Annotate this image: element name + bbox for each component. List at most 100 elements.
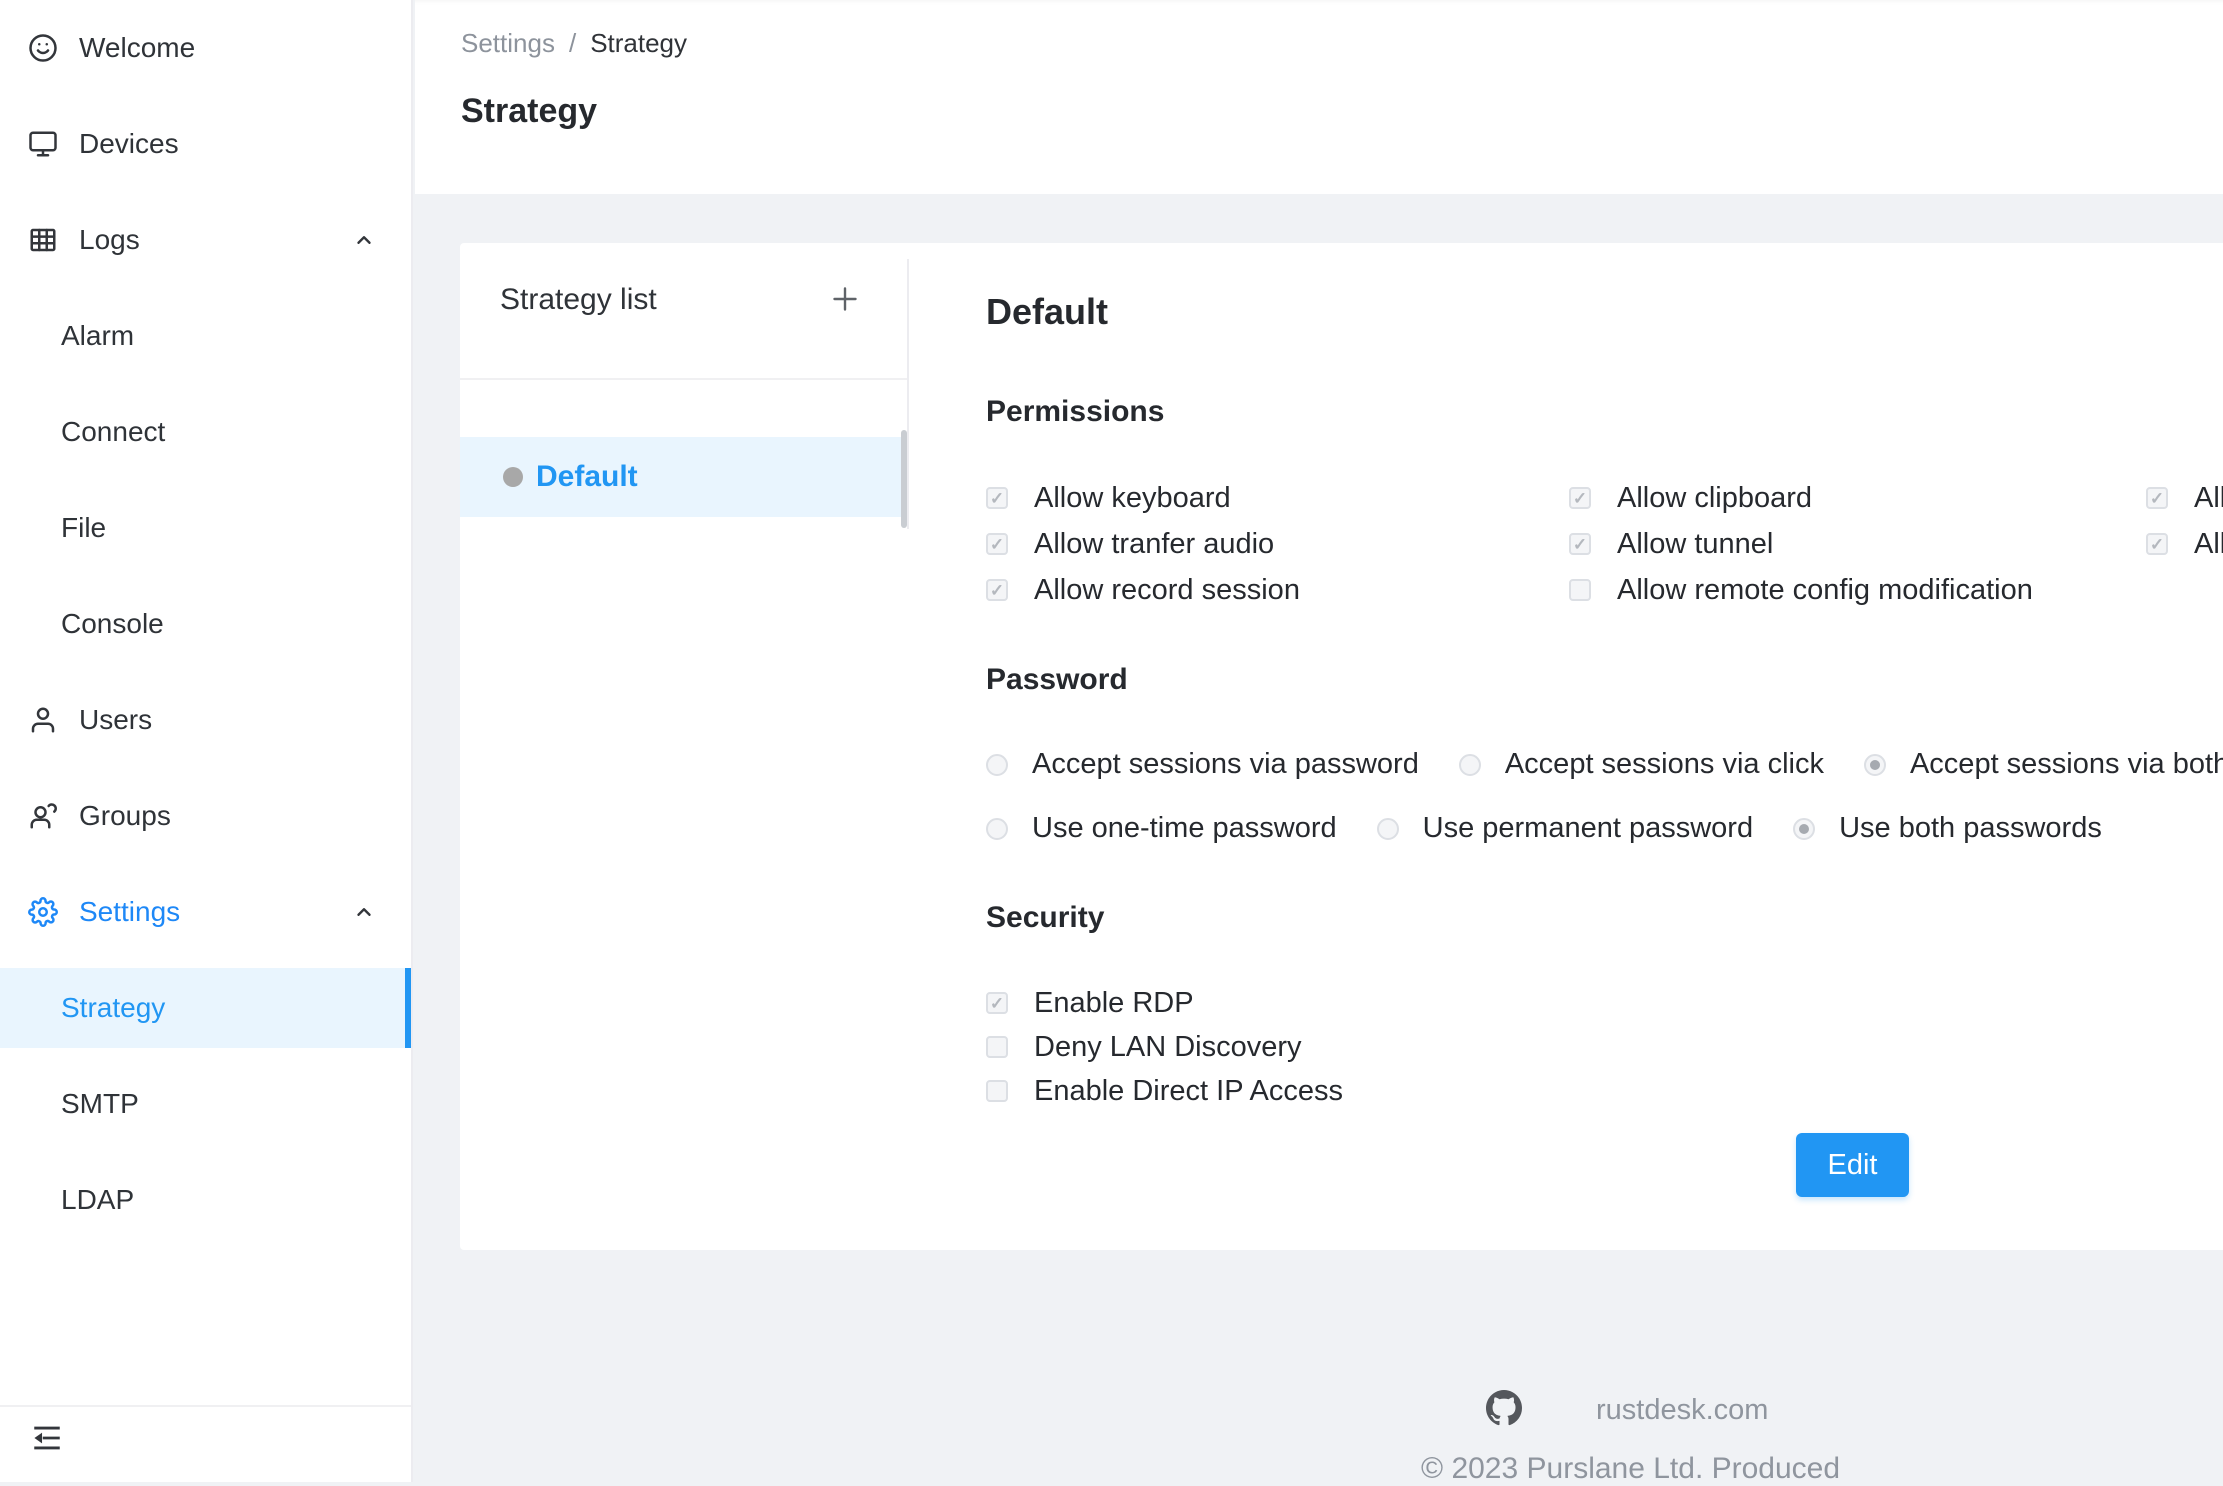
- breadcrumb-strategy: Strategy: [590, 28, 687, 59]
- checkbox-unchecked-icon: [1569, 579, 1591, 601]
- sidebar-item-welcome[interactable]: Welcome: [0, 0, 411, 96]
- radio-label: Use both passwords: [1839, 812, 2102, 845]
- radio-label: Accept sessions via both: [1910, 748, 2223, 781]
- radio-on-icon: [1793, 818, 1815, 840]
- permissions-heading: Permissions: [986, 395, 1164, 429]
- sidebar-collapse-button[interactable]: [27, 1420, 67, 1460]
- radio-label: Accept sessions via password: [1032, 748, 1419, 781]
- checkbox-checked-icon: [986, 487, 1008, 509]
- strategy-list-title: Strategy list: [500, 283, 657, 317]
- sidebar-item-label: Strategy: [61, 992, 165, 1024]
- gear-icon: [27, 896, 59, 928]
- sidebar-item-label: Welcome: [79, 32, 195, 64]
- sidebar-item-logs[interactable]: Logs: [0, 192, 411, 288]
- sidebar-item-label: Devices: [79, 128, 179, 160]
- user-icon: [27, 704, 59, 736]
- sidebar-item-groups[interactable]: Groups: [0, 768, 411, 864]
- radio-off-icon: [1459, 754, 1481, 776]
- checkbox-checked-icon: [986, 579, 1008, 601]
- checkbox-enable-direct-ip-access[interactable]: Enable Direct IP Access: [986, 1076, 1343, 1106]
- plus-icon: [827, 281, 863, 322]
- radio-use-one-time-password[interactable]: Use one-time password: [986, 812, 1337, 845]
- checkbox-label: Deny LAN Discovery: [1034, 1031, 1302, 1064]
- copyright-text: © 2023 Purslane Ltd. Produced: [1421, 1452, 1840, 1486]
- sidebar-item-settings[interactable]: Settings: [0, 864, 411, 960]
- chevron-up-icon: [353, 229, 375, 251]
- strategy-name: Default: [536, 460, 638, 494]
- sidebar-item-label: SMTP: [61, 1088, 139, 1120]
- chevron-up-icon: [353, 901, 375, 923]
- edit-button[interactable]: Edit: [1796, 1133, 1909, 1197]
- github-icon[interactable]: [1486, 1390, 1522, 1431]
- radio-off-icon: [986, 818, 1008, 840]
- sidebar-item-label: Logs: [79, 224, 140, 256]
- breadcrumb-separator: /: [569, 28, 576, 59]
- radio-accept-sessions-via-both[interactable]: Accept sessions via both: [1864, 748, 2223, 781]
- checkbox-allow-record-session[interactable]: Allow record session: [986, 575, 1569, 605]
- strategy-list-item-default[interactable]: Default: [460, 437, 907, 517]
- checkbox-checked-icon: [2146, 533, 2168, 555]
- checkbox-label: Allow clipboard: [1617, 482, 1812, 515]
- password-accept-options: Accept sessions via password Accept sess…: [986, 748, 2223, 781]
- strategy-list-scrollbar[interactable]: [901, 430, 907, 528]
- radio-label: Use one-time password: [1032, 812, 1337, 845]
- sidebar-item-users[interactable]: Users: [0, 672, 411, 768]
- sidebar-item-strategy[interactable]: Strategy: [0, 968, 411, 1048]
- radio-use-both-passwords[interactable]: Use both passwords: [1793, 812, 2102, 845]
- strategy-list-header-divider: [460, 378, 907, 380]
- radio-off-icon: [1377, 818, 1399, 840]
- sidebar-item-devices[interactable]: Devices: [0, 96, 411, 192]
- checkbox-allow-truncated-2[interactable]: All: [2146, 529, 2223, 559]
- radio-label: Accept sessions via click: [1505, 748, 1824, 781]
- checkbox-label: Enable Direct IP Access: [1034, 1075, 1343, 1108]
- radio-accept-sessions-via-click[interactable]: Accept sessions via click: [1459, 748, 1824, 781]
- security-options: Enable RDP Deny LAN Discovery Enable Dir…: [986, 988, 1343, 1106]
- checkbox-allow-transfer-audio[interactable]: Allow tranfer audio: [986, 529, 1569, 559]
- checkbox-label: All: [2194, 528, 2223, 561]
- checkbox-deny-lan-discovery[interactable]: Deny LAN Discovery: [986, 1032, 1343, 1062]
- breadcrumb-settings[interactable]: Settings: [461, 28, 555, 59]
- sidebar-item-label: LDAP: [61, 1184, 134, 1216]
- sidebar-item-ldap[interactable]: LDAP: [0, 1152, 411, 1248]
- checkbox-checked-icon: [1569, 487, 1591, 509]
- strategy-list-column-divider: [907, 259, 909, 529]
- smiley-icon: [27, 32, 59, 64]
- checkbox-enable-rdp[interactable]: Enable RDP: [986, 988, 1343, 1018]
- users-icon: [27, 800, 59, 832]
- radio-on-icon: [1864, 754, 1886, 776]
- sidebar-item-label: Users: [79, 704, 152, 736]
- sidebar-item-alarm[interactable]: Alarm: [0, 288, 411, 384]
- sidebar-item-label: Settings: [79, 896, 180, 928]
- checkbox-checked-icon: [1569, 533, 1591, 555]
- checkbox-label: All: [2194, 482, 2223, 515]
- checkbox-allow-truncated-1[interactable]: All: [2146, 483, 2223, 513]
- sidebar-item-connect[interactable]: Connect: [0, 384, 411, 480]
- sidebar-item-file[interactable]: File: [0, 480, 411, 576]
- checkbox-checked-icon: [2146, 487, 2168, 509]
- radio-off-icon: [986, 754, 1008, 776]
- footer: rustdesk.com: [1486, 1390, 1768, 1431]
- page-title: Strategy: [461, 92, 597, 131]
- detail-title: Default: [986, 291, 1108, 333]
- checkbox-allow-clipboard[interactable]: Allow clipboard: [1569, 483, 2146, 513]
- sidebar-item-smtp[interactable]: SMTP: [0, 1056, 411, 1152]
- sidebar-item-label: Connect: [61, 416, 165, 448]
- rustdesk-link[interactable]: rustdesk.com: [1596, 1394, 1768, 1427]
- checkbox-checked-icon: [986, 533, 1008, 555]
- sidebar-item-label: File: [61, 512, 106, 544]
- checkbox-allow-tunnel[interactable]: Allow tunnel: [1569, 529, 2146, 559]
- radio-accept-sessions-via-password[interactable]: Accept sessions via password: [986, 748, 1419, 781]
- checkbox-label: Enable RDP: [1034, 987, 1194, 1020]
- grid-icon: [27, 224, 59, 256]
- strategy-card: Strategy list Default Default Permission…: [460, 243, 2223, 1250]
- checkbox-label: Allow tunnel: [1617, 528, 1773, 561]
- checkbox-unchecked-icon: [986, 1080, 1008, 1102]
- monitor-icon: [27, 128, 59, 160]
- radio-use-permanent-password[interactable]: Use permanent password: [1377, 812, 1753, 845]
- breadcrumb: Settings / Strategy: [461, 28, 687, 59]
- add-strategy-button[interactable]: [823, 279, 867, 323]
- sidebar-item-console[interactable]: Console: [0, 576, 411, 672]
- checkbox-allow-remote-config-modification[interactable]: Allow remote config modification: [1569, 575, 2146, 605]
- sidebar-item-label: Groups: [79, 800, 171, 832]
- checkbox-allow-keyboard[interactable]: Allow keyboard: [986, 483, 1569, 513]
